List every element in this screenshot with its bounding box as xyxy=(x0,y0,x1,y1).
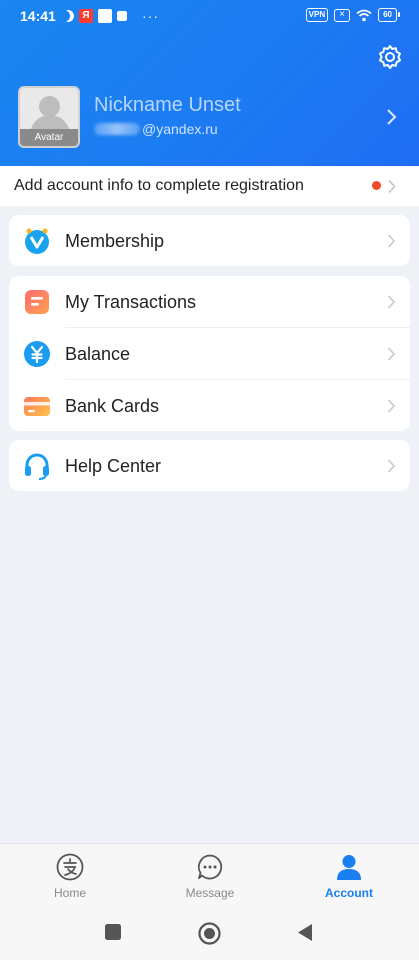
menu-item-help-center[interactable]: Help Center xyxy=(9,440,410,492)
membership-label: Membership xyxy=(65,231,165,251)
tab-account-label: Account xyxy=(325,886,373,900)
status-bar: 14:41 Я ··· VPN × 60 xyxy=(0,0,419,32)
home-circle-icon[interactable] xyxy=(198,922,221,945)
balance-label: Balance xyxy=(65,344,131,364)
notice-text: Add account info to complete registratio… xyxy=(14,177,304,194)
tab-home-label: Home xyxy=(53,886,86,900)
avatar[interactable]: Avatar xyxy=(18,86,80,148)
tab-account[interactable]: Account xyxy=(279,844,419,904)
home-alipay-icon xyxy=(56,853,84,881)
menu-item-membership[interactable]: Membership xyxy=(9,215,410,267)
message-bubble-icon xyxy=(197,854,223,880)
status-notification-icons: Я ··· xyxy=(62,8,159,24)
complete-registration-banner[interactable]: Add account info to complete registratio… xyxy=(0,166,419,206)
email-redacted xyxy=(94,123,140,135)
more-notifications-icon: ··· xyxy=(142,8,159,24)
system-navigation-bar xyxy=(0,903,419,960)
menu-item-balance[interactable]: Balance xyxy=(9,328,410,380)
chevron-right-icon xyxy=(387,347,396,361)
app-icon xyxy=(98,9,112,23)
membership-vip-icon xyxy=(25,228,49,254)
bank-card-icon xyxy=(24,397,50,416)
status-time: 14:41 xyxy=(20,8,56,24)
bank-cards-label: Bank Cards xyxy=(65,396,160,416)
chevron-right-icon xyxy=(388,179,396,194)
bottom-tab-bar: Home Message Account xyxy=(0,843,419,903)
yandex-icon: Я xyxy=(79,9,93,23)
chevron-right-icon xyxy=(387,459,396,473)
email-domain: @yandex.ru xyxy=(142,121,218,137)
battery-icon: 60 xyxy=(378,8,400,22)
chevron-right-icon xyxy=(387,295,396,309)
back-triangle-icon[interactable] xyxy=(296,923,314,942)
avatar-placeholder-head xyxy=(39,96,60,117)
nickname: Nickname Unset xyxy=(94,94,241,116)
transactions-label: My Transactions xyxy=(65,292,197,312)
help-card: Help Center xyxy=(9,440,410,491)
menu-item-bank-cards[interactable]: Bank Cards xyxy=(9,380,410,432)
vpn-icon: VPN xyxy=(305,8,329,22)
moon-icon xyxy=(62,10,74,22)
account-header: 14:41 Я ··· VPN × 60 Avatar Nickname Uns… xyxy=(0,0,419,166)
menu-item-transactions[interactable]: My Transactions xyxy=(9,276,410,328)
balance-yuan-icon xyxy=(24,341,50,367)
chevron-right-icon xyxy=(387,399,396,413)
settings-gear-icon[interactable] xyxy=(376,43,404,71)
headset-icon xyxy=(25,453,49,480)
tab-message-label: Message xyxy=(185,886,235,900)
avatar-label: Avatar xyxy=(20,129,78,146)
transactions-icon xyxy=(25,290,49,314)
red-dot-badge xyxy=(372,181,381,190)
help-center-label: Help Center xyxy=(65,456,162,476)
no-sim-icon: × xyxy=(334,8,351,22)
recent-apps-square-icon[interactable] xyxy=(104,923,122,941)
chevron-right-icon xyxy=(387,234,396,248)
app-icon-small xyxy=(117,11,127,21)
profile-summary[interactable]: Avatar Nickname Unset @yandex.ru xyxy=(18,86,408,150)
wifi-icon xyxy=(356,9,372,21)
tab-home[interactable]: Home xyxy=(0,844,140,904)
email: @yandex.ru xyxy=(94,121,218,137)
finance-card: My Transactions Balance Bank Cards xyxy=(9,276,410,431)
chevron-right-icon xyxy=(387,109,397,125)
tab-message[interactable]: Message xyxy=(140,844,280,904)
account-person-icon xyxy=(337,855,361,880)
status-system-icons: VPN × 60 xyxy=(305,8,400,22)
membership-card: Membership xyxy=(9,215,410,266)
